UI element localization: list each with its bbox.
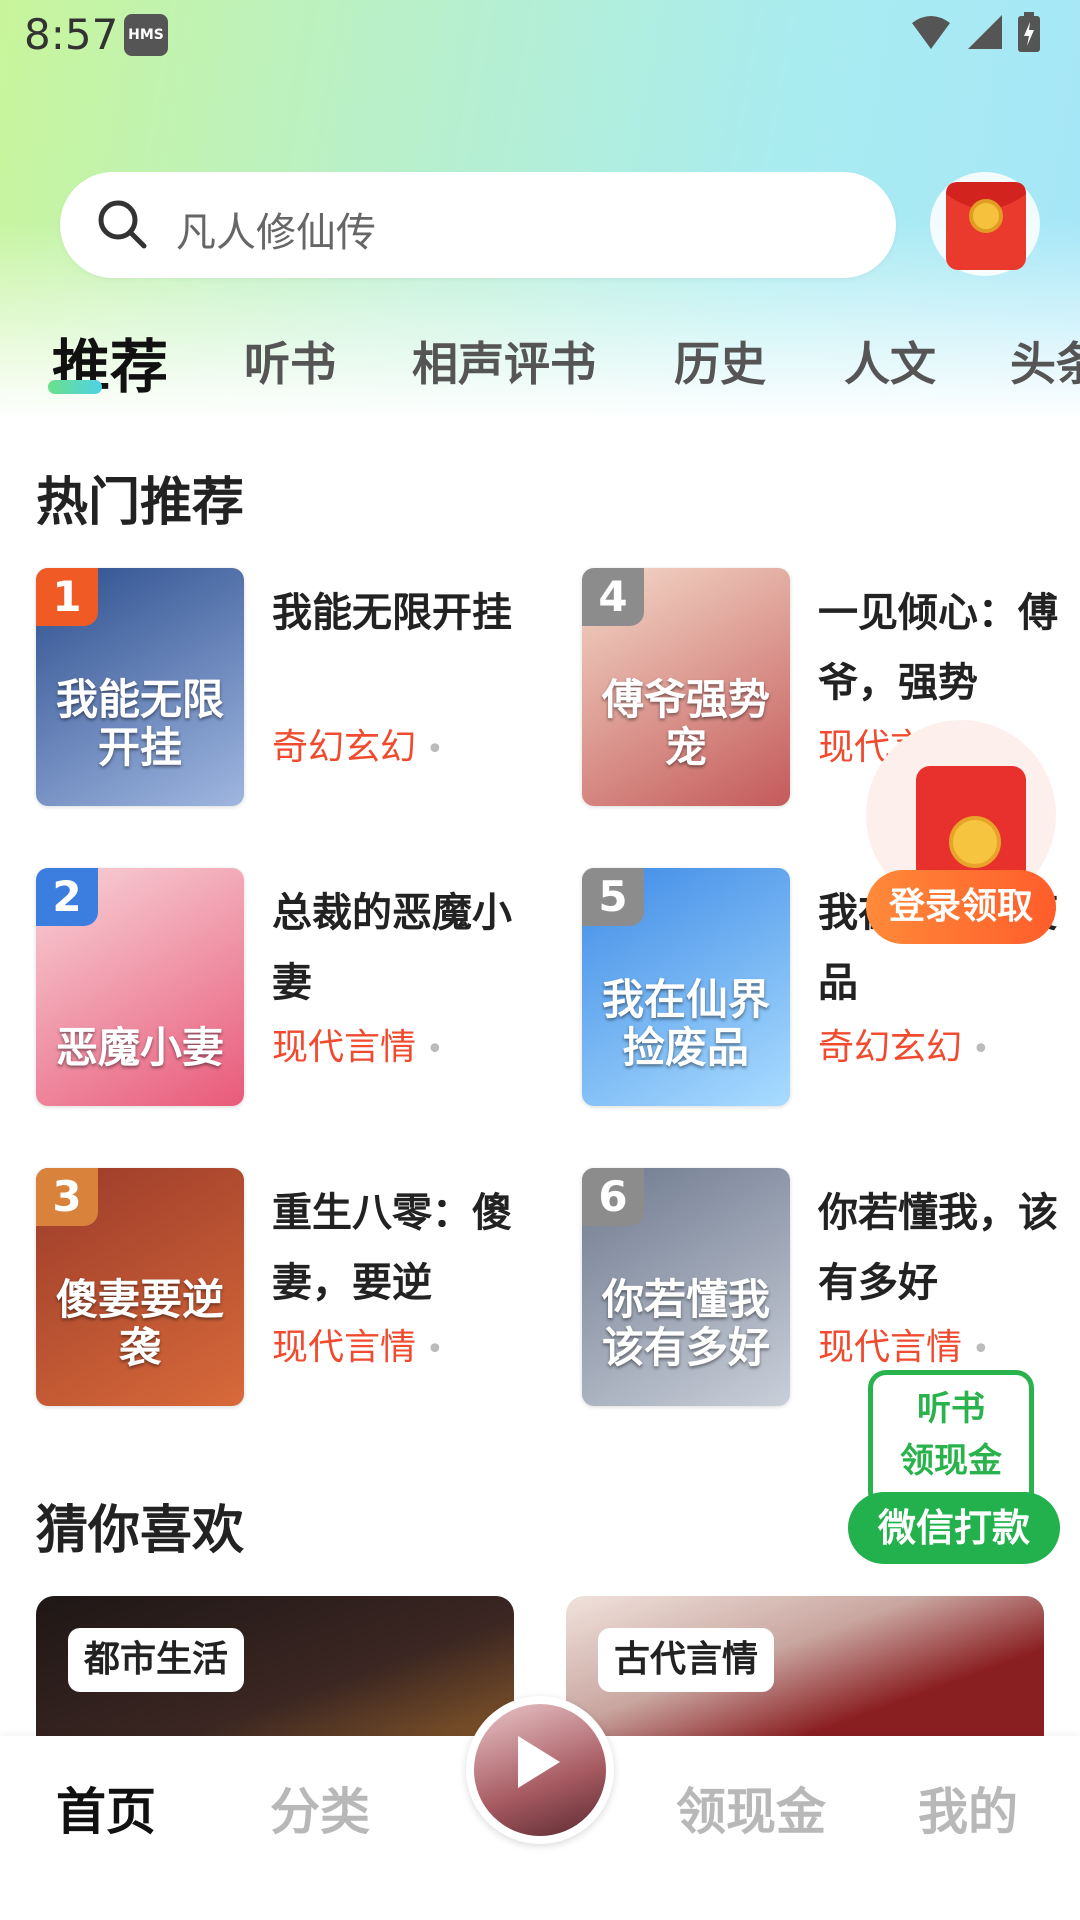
red-envelope-button[interactable]: [930, 172, 1040, 276]
book-item[interactable]: 我能无限开挂 1 我能无限开挂 奇幻玄幻 •: [36, 568, 556, 808]
battery-icon: [1018, 12, 1040, 52]
rank-badge: 1: [36, 568, 98, 626]
book-genre: 现代言情•: [272, 1327, 444, 1368]
rank-badge: 5: [582, 868, 644, 926]
category-tabs: 推荐 听书 相声评书 历史 人文 头条: [0, 320, 1080, 401]
cover-title: 恶魔小妻: [55, 1023, 224, 1072]
book-genre: 奇幻玄幻 •: [818, 1027, 990, 1068]
book-title: 一见倾心：傅爷，强势: [818, 590, 1058, 706]
book-cover: 我在仙界捡废品 5: [582, 868, 790, 1106]
cover-title: 我能无限开挂: [55, 675, 224, 772]
listen-cash-line1: 听书: [917, 1389, 985, 1429]
listen-cash-card: 听书 领现金: [868, 1370, 1034, 1510]
tab-headlines[interactable]: 头条: [1010, 328, 1080, 394]
book-genre: 现代言情•: [818, 1327, 990, 1368]
book-item[interactable]: 恶魔小妻 2 总裁的恶魔小妻 现代言情 •: [36, 868, 556, 1108]
nav-category[interactable]: 分类: [270, 1772, 370, 1844]
hms-badge: HMS: [124, 14, 168, 56]
login-reward-button[interactable]: 登录领取: [866, 870, 1056, 944]
book-title: 我能无限开挂: [272, 590, 512, 636]
nav-mine[interactable]: 我的: [918, 1772, 1018, 1844]
section-title-hot: 热门推荐: [36, 473, 245, 533]
cover-title: 傅爷强势宠: [601, 675, 770, 772]
coin-icon: [949, 816, 1001, 868]
book-genre: 奇幻玄幻 •: [272, 727, 444, 768]
recommend-card[interactable]: 都市生活: [36, 1596, 514, 1746]
rank-badge: 4: [582, 568, 644, 626]
active-tab-indicator: [48, 380, 102, 394]
cover-title: 你若懂我该有多好: [601, 1275, 770, 1372]
status-time: 8:57: [24, 10, 119, 59]
book-cover: 傻妻要逆袭 3: [36, 1168, 244, 1406]
book-cover: 恶魔小妻 2: [36, 868, 244, 1106]
book-title: 重生八零：傻妻，要逆: [272, 1190, 512, 1306]
cover-title: 傻妻要逆袭: [55, 1275, 224, 1372]
search-placeholder: 凡人修仙传: [176, 210, 376, 256]
book-genre: 现代言情•: [272, 1027, 444, 1068]
status-bar: 8:57 HMS: [0, 0, 1080, 80]
cover-title: 我在仙界捡废品: [601, 975, 770, 1072]
book-title: 总裁的恶魔小妻: [272, 890, 512, 1006]
wechat-payout-button[interactable]: 微信打款: [848, 1492, 1060, 1564]
wifi-icon: [912, 16, 950, 49]
section-title-guess: 猜你喜欢: [36, 1501, 245, 1561]
nav-home[interactable]: 首页: [56, 1772, 156, 1844]
status-icons: [910, 12, 1040, 52]
play-icon: [518, 1736, 560, 1788]
listen-cash-line2: 领现金: [900, 1441, 1002, 1481]
search-bar[interactable]: 凡人修仙传: [60, 172, 896, 278]
login-reward-float[interactable]: 登录领取: [866, 720, 1060, 950]
genre-tag: 古代言情: [598, 1628, 775, 1692]
book-cover: 傅爷强势宠 4: [582, 568, 790, 806]
tab-crosstalk[interactable]: 相声评书: [412, 328, 596, 394]
search-icon: [98, 200, 147, 249]
tab-audiobook[interactable]: 听书: [244, 328, 336, 394]
now-playing-button[interactable]: [466, 1696, 614, 1844]
red-envelope-icon: [946, 182, 1026, 270]
rank-badge: 6: [582, 1168, 644, 1226]
listen-cash-float[interactable]: 听书 领现金 微信打款: [848, 1370, 1062, 1570]
signal-icon: [968, 15, 1002, 49]
rank-badge: 3: [36, 1168, 98, 1226]
tab-history[interactable]: 历史: [674, 328, 766, 394]
book-title: 你若懂我，该有多好: [818, 1190, 1058, 1306]
recommend-card[interactable]: 古代言情: [566, 1596, 1044, 1746]
nav-cash[interactable]: 领现金: [676, 1772, 826, 1844]
genre-tag: 都市生活: [68, 1628, 245, 1692]
book-item[interactable]: 傻妻要逆袭 3 重生八零：傻妻，要逆 现代言情 •: [36, 1168, 556, 1408]
tab-humanities[interactable]: 人文: [844, 328, 936, 394]
book-cover: 你若懂我该有多好 6: [582, 1168, 790, 1406]
book-cover: 我能无限开挂 1: [36, 568, 244, 806]
rank-badge: 2: [36, 868, 98, 926]
